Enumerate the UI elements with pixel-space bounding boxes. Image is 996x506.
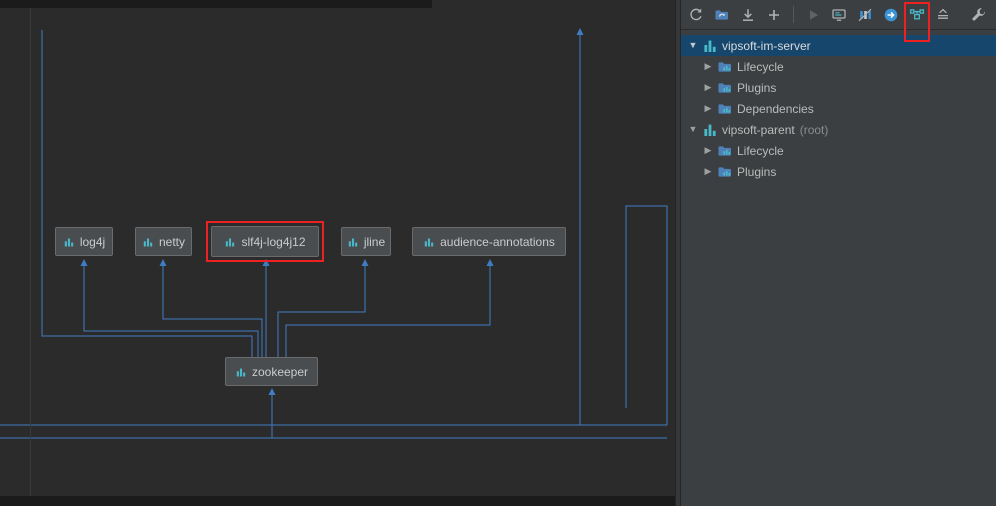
chevron-right-icon[interactable]: ▶: [702, 56, 714, 77]
graph-node-jline[interactable]: jline: [341, 227, 391, 256]
graph-node-label: log4j: [79, 234, 106, 249]
tree-item-suffix: (root): [799, 122, 829, 137]
download-icon: [740, 7, 756, 23]
chevron-right-icon[interactable]: ▶: [702, 77, 714, 98]
tree-item-dependencies[interactable]: ▶ Dependencies: [681, 98, 996, 119]
offline-mode-button[interactable]: [882, 6, 900, 24]
folder-icon: [716, 80, 733, 96]
refresh-icon: [688, 7, 704, 23]
chevron-down-icon[interactable]: ▼: [687, 119, 699, 140]
folder-icon: [716, 59, 733, 75]
library-icon: [347, 236, 359, 248]
skip-tests-button[interactable]: [856, 6, 874, 24]
library-icon: [423, 236, 435, 248]
chevron-down-icon[interactable]: ▼: [687, 35, 699, 56]
chevron-right-icon[interactable]: ▶: [702, 98, 714, 119]
library-icon: [235, 366, 247, 378]
tree-item-label: Lifecycle: [737, 59, 784, 74]
maven-tool-window: ▼ vipsoft-im-server ▶ Lifecycle ▶ Plugins ▶ Dep…: [681, 0, 996, 506]
dependency-graph-panel: log4j netty slf4j-log4j12 jline audience-ann…: [0, 0, 675, 506]
bottom-strip: [0, 496, 675, 506]
maven-tree: ▼ vipsoft-im-server ▶ Lifecycle ▶ Plugins ▶ Dep…: [681, 30, 996, 182]
execute-goal-button[interactable]: [830, 6, 848, 24]
collapse-all-button[interactable]: [934, 6, 952, 24]
play-icon: [805, 7, 821, 23]
refresh-maven-button[interactable]: [687, 6, 705, 24]
graph-node-label: audience-annotations: [440, 234, 555, 249]
ide-window: log4j netty slf4j-log4j12 jline audience-ann…: [0, 0, 996, 506]
maven-project-icon: [701, 38, 718, 54]
tree-item-label: Plugins: [737, 164, 777, 179]
show-dependencies-button[interactable]: [908, 6, 926, 24]
skip-tests-icon: [857, 7, 873, 23]
folder-icon: [716, 143, 733, 159]
graph-node-zookeeper[interactable]: zookeeper: [225, 357, 318, 386]
download-sources-button[interactable]: [739, 6, 757, 24]
wrench-icon: [971, 7, 987, 23]
chevron-right-icon[interactable]: ▶: [702, 140, 714, 161]
graph-node-audience-annotations[interactable]: audience-annotations: [412, 227, 566, 256]
graph-node-label: netty: [158, 234, 185, 249]
collapse-icon: [935, 7, 951, 23]
tree-item-vipsoft-parent[interactable]: ▼ vipsoft-parent (root): [681, 119, 996, 140]
graph-node-log4j[interactable]: log4j: [55, 227, 113, 256]
tree-item-label: Dependencies: [737, 101, 814, 116]
tree-item-label: Lifecycle: [737, 143, 784, 158]
update-folders-button[interactable]: [713, 6, 731, 24]
tree-item-label: Plugins: [737, 80, 777, 95]
offline-icon: [883, 7, 899, 23]
top-strip: [0, 0, 432, 8]
library-icon: [63, 236, 75, 248]
tree-item-lifecycle[interactable]: ▶ Lifecycle: [681, 140, 996, 161]
execute-icon: [831, 7, 847, 23]
graph-node-label: slf4j-log4j12: [241, 234, 306, 249]
plus-icon: [766, 7, 782, 23]
maven-toolbar: [681, 0, 996, 30]
maven-settings-button[interactable]: [970, 6, 988, 24]
chevron-right-icon[interactable]: ▶: [702, 161, 714, 182]
graph-node-label: jline: [363, 234, 386, 249]
tree-item-label: vipsoft-im-server: [722, 38, 811, 53]
folder-icon: [716, 101, 733, 117]
tree-item-lifecycle[interactable]: ▶ Lifecycle: [681, 56, 996, 77]
graph-node-netty[interactable]: netty: [135, 227, 192, 256]
graph-node-slf4j-log4j12[interactable]: slf4j-log4j12: [211, 226, 319, 257]
add-maven-project-button[interactable]: [765, 6, 783, 24]
toolbar-separator: [793, 6, 794, 23]
tree-item-plugins[interactable]: ▶ Plugins: [681, 77, 996, 98]
graph-left-gutter: [30, 8, 31, 496]
tree-item-label: vipsoft-parent: [722, 122, 795, 137]
dependencies-icon: [909, 7, 925, 23]
tree-item-vipsoft-im-server[interactable]: ▼ vipsoft-im-server: [681, 35, 996, 56]
run-build-button[interactable]: [804, 6, 822, 24]
library-icon: [142, 236, 154, 248]
graph-node-label: zookeeper: [251, 364, 309, 379]
folder-icon: [716, 164, 733, 180]
tree-item-plugins[interactable]: ▶ Plugins: [681, 161, 996, 182]
sync-folders-icon: [714, 7, 730, 23]
library-icon: [224, 236, 236, 248]
maven-project-icon: [701, 122, 718, 138]
